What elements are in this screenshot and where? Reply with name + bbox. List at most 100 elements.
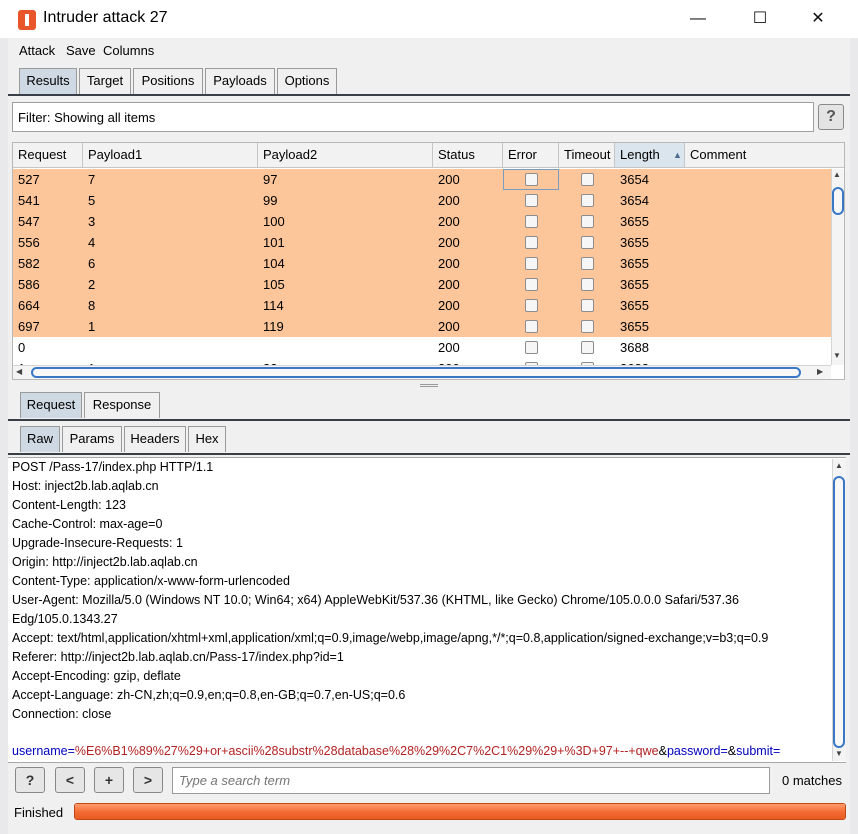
detail-tab-underline	[8, 419, 850, 421]
request-line: Accept-Encoding: gzip, deflate	[12, 669, 181, 683]
timeout-checkbox[interactable]	[581, 299, 594, 312]
column-header-request[interactable]: Request	[13, 143, 83, 168]
column-header-payload1[interactable]: Payload1	[83, 143, 258, 168]
request-line: Accept-Language: zh-CN,zh;q=0.9,en;q=0.8…	[12, 688, 406, 702]
cell-status: 200	[438, 340, 460, 355]
search-add-button[interactable]: +	[94, 767, 124, 793]
scroll-left-arrow-icon[interactable]: ◀	[16, 367, 22, 376]
table-row[interactable]: 547 3 100 200 3655	[13, 211, 831, 232]
tab-params[interactable]: Params	[62, 426, 122, 452]
timeout-checkbox[interactable]	[581, 341, 594, 354]
table-row[interactable]: 541 5 99 200 3654	[13, 190, 831, 211]
close-button[interactable]: ✕	[798, 6, 838, 32]
request-raw-editor[interactable]: POST /Pass-17/index.php HTTP/1.1 Host: in…	[8, 457, 846, 763]
request-line: Connection: close	[12, 707, 112, 721]
tab-target[interactable]: Target	[79, 68, 131, 94]
split-pane-divider[interactable]	[420, 384, 438, 387]
column-header-payload2[interactable]: Payload2	[258, 143, 433, 168]
search-help-button[interactable]: ?	[15, 767, 45, 793]
tab-positions[interactable]: Positions	[133, 68, 203, 94]
error-checkbox[interactable]	[525, 194, 538, 207]
cell-request: 586	[18, 277, 40, 292]
tab-underline	[8, 94, 850, 96]
error-checkbox[interactable]	[525, 215, 538, 228]
minimize-button[interactable]: —	[678, 6, 718, 32]
search-previous-button[interactable]: <	[55, 767, 85, 793]
timeout-checkbox[interactable]	[581, 320, 594, 333]
timeout-checkbox[interactable]	[581, 236, 594, 249]
search-next-button[interactable]: >	[133, 767, 163, 793]
tab-payloads[interactable]: Payloads	[205, 68, 275, 94]
cell-status: 200	[438, 193, 460, 208]
tab-request[interactable]: Request	[20, 392, 82, 418]
cell-request: 697	[18, 319, 40, 334]
table-row[interactable]: 582 6 104 200 3655	[13, 253, 831, 274]
tab-options[interactable]: Options	[277, 68, 337, 94]
progress-bar	[74, 803, 846, 820]
table-row[interactable]: 697 1 119 200 3655	[13, 316, 831, 337]
error-checkbox[interactable]	[525, 257, 538, 270]
cell-payload1: 5	[88, 193, 96, 208]
tab-headers[interactable]: Headers	[124, 426, 186, 452]
timeout-checkbox[interactable]	[581, 278, 594, 291]
cell-status: 200	[438, 277, 460, 292]
timeout-checkbox[interactable]	[581, 173, 594, 186]
maximize-icon: ☐	[752, 10, 768, 27]
cell-payload1: 8	[88, 298, 96, 313]
editor-vertical-scroll-thumb[interactable]	[833, 476, 845, 748]
minimize-icon: —	[690, 10, 706, 27]
editor-scroll-down-arrow-icon[interactable]: ▼	[835, 749, 843, 758]
request-line: POST /Pass-17/index.php HTTP/1.1	[12, 460, 214, 474]
error-checkbox[interactable]	[525, 341, 538, 354]
error-checkbox[interactable]	[525, 278, 538, 291]
cell-payload2: 99	[263, 193, 278, 208]
timeout-checkbox[interactable]	[581, 215, 594, 228]
tab-response[interactable]: Response	[84, 392, 160, 418]
error-checkbox[interactable]	[525, 320, 538, 333]
column-header-comment[interactable]: Comment	[685, 143, 844, 168]
cell-status: 200	[438, 172, 460, 187]
cell-length: 3655	[620, 214, 649, 229]
error-checkbox[interactable]	[525, 236, 538, 249]
error-checkbox[interactable]	[525, 299, 538, 312]
table-row[interactable]: 586 2 105 200 3655	[13, 274, 831, 295]
editor-scroll-up-arrow-icon[interactable]: ▲	[835, 461, 843, 470]
search-match-count: 0 matches	[782, 773, 842, 788]
maximize-button[interactable]: ☐	[740, 6, 780, 32]
view-tab-underline	[8, 453, 850, 455]
table-row[interactable]: 527 7 97 200 3654	[13, 169, 831, 190]
cell-payload2: 97	[263, 172, 278, 187]
cell-length: 3688	[620, 340, 649, 355]
table-horizontal-scroll-thumb[interactable]	[31, 367, 801, 378]
menu-attack[interactable]: Attack	[19, 43, 55, 58]
column-header-status[interactable]: Status	[433, 143, 503, 168]
request-line: Origin: http://inject2b.lab.aqlab.cn	[12, 555, 198, 569]
menu-save[interactable]: Save	[66, 43, 96, 58]
column-header-error[interactable]: Error	[503, 143, 559, 168]
timeout-checkbox[interactable]	[581, 257, 594, 270]
tab-raw[interactable]: Raw	[20, 426, 60, 452]
table-row[interactable]: 0 200 3688	[13, 337, 831, 358]
column-header-length[interactable]: Length ▲	[615, 143, 685, 168]
close-icon: ✕	[811, 10, 825, 27]
table-vertical-scroll-thumb[interactable]	[832, 187, 844, 215]
param-username-value: %E6%B1%89%27%29+or+ascii%28substr%28data…	[74, 744, 659, 758]
timeout-checkbox[interactable]	[581, 194, 594, 207]
column-header-timeout[interactable]: Timeout	[559, 143, 615, 168]
cell-status: 200	[438, 235, 460, 250]
scroll-right-arrow-icon[interactable]: ▶	[817, 367, 823, 376]
menu-columns[interactable]: Columns	[103, 43, 154, 58]
tab-hex[interactable]: Hex	[188, 426, 226, 452]
window-frame-right	[850, 38, 858, 834]
tab-results[interactable]: Results	[19, 68, 77, 94]
table-row[interactable]: 556 4 101 200 3655	[13, 232, 831, 253]
scroll-down-arrow-icon[interactable]: ▼	[833, 351, 841, 360]
scroll-up-arrow-icon[interactable]: ▲	[833, 170, 841, 179]
cell-length: 3655	[620, 319, 649, 334]
cell-request: 0	[18, 340, 26, 355]
cell-length: 3654	[620, 172, 649, 187]
cell-payload1: 1	[88, 319, 96, 334]
search-input[interactable]	[172, 767, 770, 794]
filter-help-button[interactable]: ?	[818, 104, 844, 130]
table-row[interactable]: 664 8 114 200 3655	[13, 295, 831, 316]
